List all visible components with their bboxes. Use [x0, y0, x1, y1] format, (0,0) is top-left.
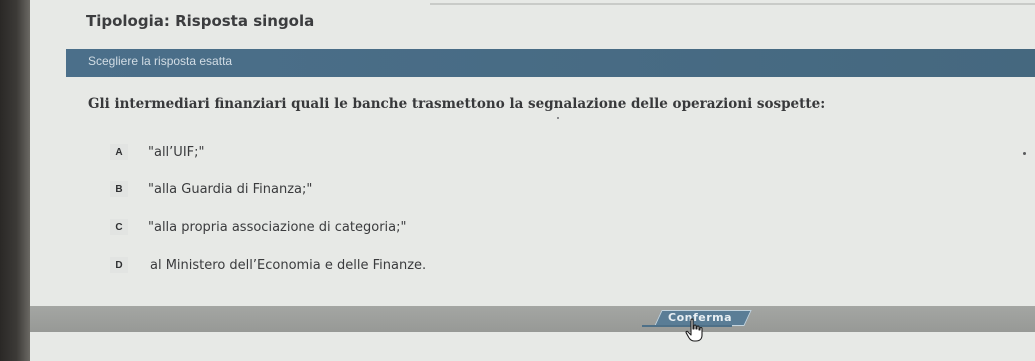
hand-pointer-icon [685, 318, 703, 342]
instruction-text: Scegliere la risposta esatta [88, 54, 233, 68]
answer-letter: D [110, 257, 128, 273]
answer-option-a[interactable]: A "all’UIF;" [110, 143, 205, 161]
question-text: Gli intermediari finanziari quali le ban… [88, 96, 826, 112]
screen-speck [557, 117, 559, 119]
answer-letter: C [110, 219, 128, 235]
answer-text: "alla Guardia di Finanza;" [148, 181, 313, 197]
question-type-label: Tipologia: Risposta singola [86, 12, 315, 30]
screen-bezel [0, 0, 30, 361]
top-divider [430, 3, 1035, 5]
answer-text: al Ministero dell’Economia e delle Finan… [150, 257, 427, 273]
screen-speck [1023, 152, 1026, 155]
answer-option-d[interactable]: D al Ministero dell’Economia e delle Fin… [110, 256, 426, 274]
bottom-toolbar [30, 306, 1035, 332]
answer-text: "all’UIF;" [148, 144, 205, 160]
answer-letter: A [110, 144, 128, 160]
answer-option-c[interactable]: C "alla propria associazione di categori… [110, 218, 406, 236]
answer-option-b[interactable]: B "alla Guardia di Finanza;" [110, 180, 312, 198]
answer-text: "alla propria associazione di categoria;… [148, 219, 407, 235]
answer-letter: B [110, 181, 128, 197]
